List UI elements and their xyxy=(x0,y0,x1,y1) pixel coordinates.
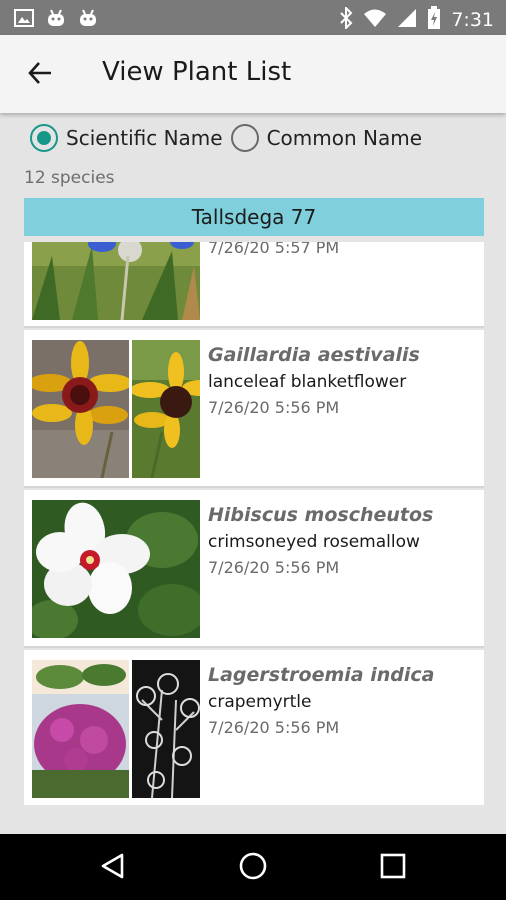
clock: 7:31 xyxy=(451,9,494,31)
species-count: 12 species xyxy=(24,168,115,188)
nav-home-button[interactable] xyxy=(233,848,273,888)
back-triangle-icon xyxy=(100,852,126,884)
plant-list[interactable]: 7/26/20 5:57 PM Gaillardia aestivalis la… xyxy=(24,242,484,805)
page-title: View Plant List xyxy=(102,57,292,87)
plant-date: 7/26/20 5:56 PM xyxy=(208,558,340,577)
list-item[interactable]: Gaillardia aestivalis lanceleaf blanketf… xyxy=(24,330,484,488)
scientific-name: Lagerstroemia indica xyxy=(208,664,435,686)
android-icon xyxy=(78,8,98,32)
common-name: lanceleaf blanketflower xyxy=(208,372,407,392)
back-button[interactable] xyxy=(22,57,58,93)
arrow-left-icon xyxy=(27,60,53,90)
radio-label: Common Name xyxy=(266,126,423,150)
site-header: Tallsdega 77 xyxy=(24,198,484,236)
battery-charging-icon xyxy=(427,6,441,34)
radio-label: Scientific Name xyxy=(66,126,223,150)
scientific-name: Gaillardia aestivalis xyxy=(208,344,420,366)
image-icon xyxy=(14,8,34,32)
radio-scientific-name[interactable]: Scientific Name xyxy=(30,124,223,152)
home-circle-icon xyxy=(238,851,268,885)
scientific-name: Hibiscus moscheutos xyxy=(208,504,434,526)
name-toggle: Scientific Name Common Name xyxy=(30,124,430,152)
nav-recents-button[interactable] xyxy=(373,848,413,888)
nav-back-button[interactable] xyxy=(93,848,133,888)
app-bar: View Plant List xyxy=(0,35,506,113)
system-nav-bar xyxy=(0,834,506,900)
radio-selected-icon xyxy=(30,124,58,152)
plant-date: 7/26/20 5:56 PM xyxy=(208,718,340,737)
plant-photo xyxy=(32,242,200,320)
common-name: crapemyrtle xyxy=(208,692,312,712)
bluetooth-icon xyxy=(339,5,353,33)
plant-date: 7/26/20 5:57 PM xyxy=(208,242,340,257)
plant-date: 7/26/20 5:56 PM xyxy=(208,398,340,417)
list-item[interactable]: 7/26/20 5:57 PM xyxy=(24,242,484,328)
radio-common-name[interactable]: Common Name xyxy=(230,124,423,152)
status-bar: 7:31 xyxy=(0,0,506,35)
notification-icons xyxy=(14,8,98,32)
recents-square-icon xyxy=(380,853,406,883)
wifi-icon xyxy=(363,8,387,32)
list-item[interactable]: Hibiscus moscheutos crimsoneyed rosemall… xyxy=(24,490,484,648)
radio-unselected-icon xyxy=(230,124,259,152)
list-item[interactable]: Lagerstroemia indica crapemyrtle 7/26/20… xyxy=(24,650,484,805)
signal-icon xyxy=(397,8,417,32)
android-icon xyxy=(46,8,66,32)
plant-photo xyxy=(132,660,200,798)
plant-photo xyxy=(32,340,129,478)
plant-photo xyxy=(32,500,200,638)
plant-photo xyxy=(132,340,200,478)
common-name: crimsoneyed rosemallow xyxy=(208,532,420,552)
system-icons: 7:31 xyxy=(339,5,494,34)
plant-photo xyxy=(32,660,129,798)
